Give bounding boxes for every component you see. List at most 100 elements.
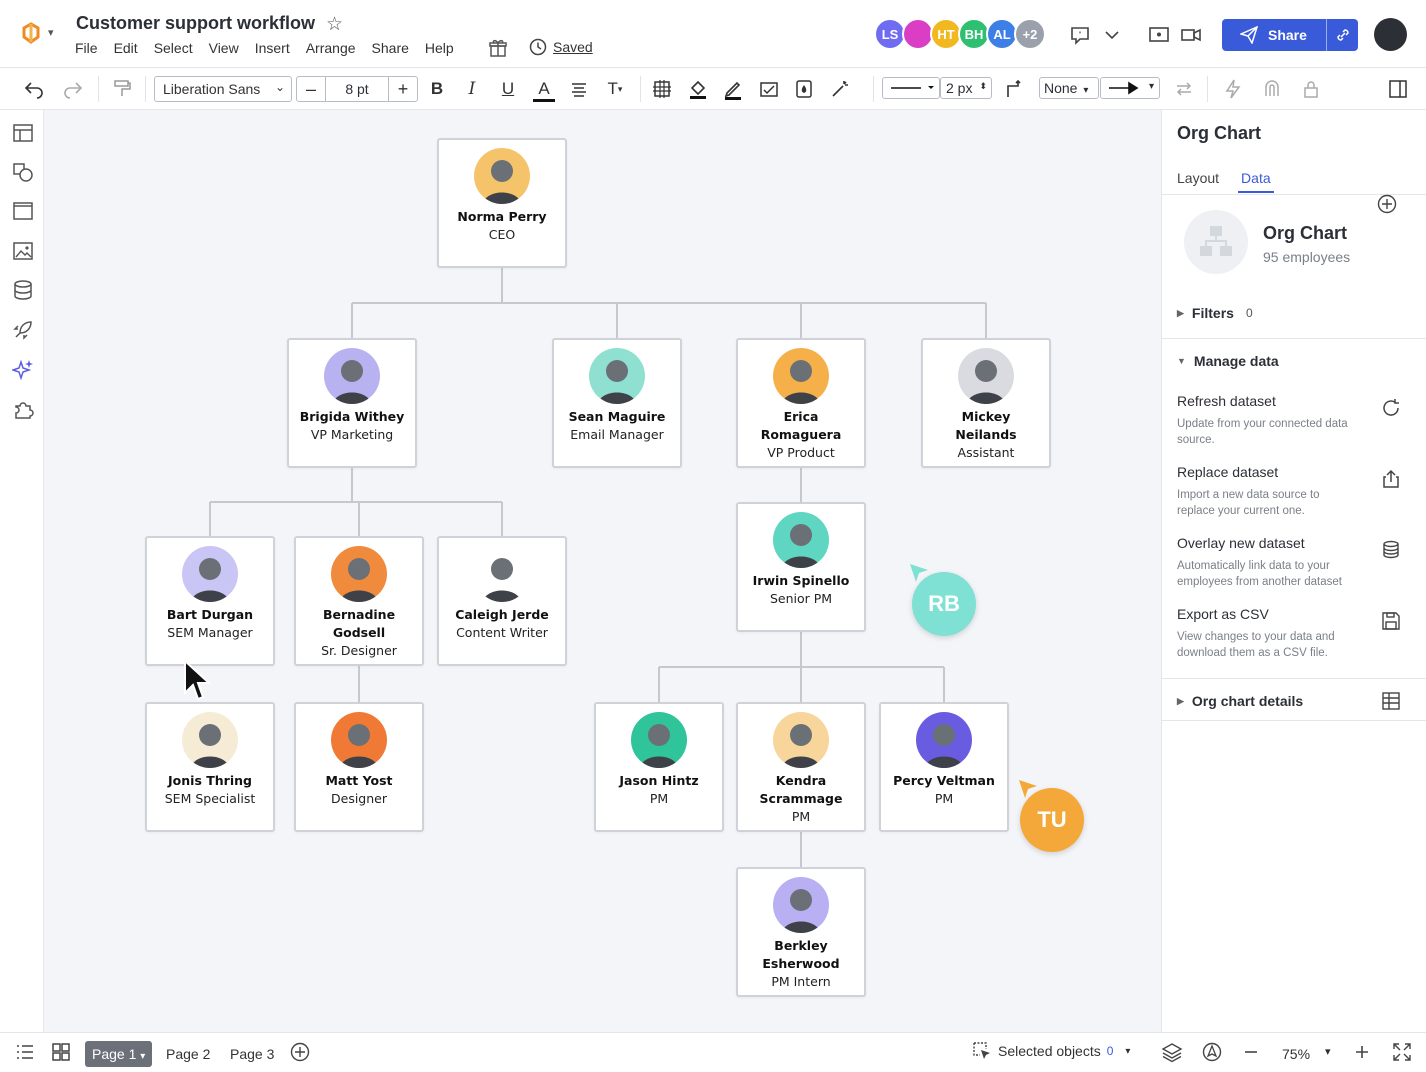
org-card-percy[interactable]: Percy Veltman PM: [879, 702, 1009, 832]
zoom-level[interactable]: 75%: [1282, 1041, 1310, 1067]
image-icon[interactable]: [12, 240, 34, 262]
shapes-icon[interactable]: [12, 161, 34, 183]
menu-edit[interactable]: Edit: [114, 40, 138, 56]
tab-page-2[interactable]: Page 2: [159, 1041, 217, 1067]
share-button[interactable]: Share: [1222, 19, 1358, 51]
org-card-matt[interactable]: Matt Yost Designer: [294, 702, 424, 832]
refresh-icon[interactable]: [1380, 397, 1402, 419]
tab-data[interactable]: Data: [1238, 170, 1274, 193]
org-card-jason[interactable]: Jason Hintz PM: [594, 702, 724, 832]
org-card-erica[interactable]: Erica Romaguera VP Product: [736, 338, 866, 468]
chevron-down-icon[interactable]: ▾: [1325, 1045, 1331, 1058]
diagram-canvas[interactable]: Norma Perry CEO Brigida Withey VP Marketing…: [44, 110, 1161, 1032]
align-icon[interactable]: [568, 78, 590, 100]
bold-button[interactable]: B: [426, 78, 448, 100]
lock-icon[interactable]: [1300, 78, 1322, 100]
ai-sparkle-icon[interactable]: [12, 358, 34, 380]
org-card-sean[interactable]: Sean Maguire Email Manager: [552, 338, 682, 468]
text-color-button[interactable]: A: [533, 78, 555, 102]
org-card-bernadine[interactable]: Bernadine Godsell Sr. Designer: [294, 536, 424, 666]
menu-select[interactable]: Select: [154, 40, 193, 56]
magnet-icon[interactable]: [1261, 78, 1283, 100]
opacity-icon[interactable]: [793, 78, 815, 100]
text-options-button[interactable]: T ▾: [604, 78, 626, 100]
layers-icon[interactable]: [1161, 1041, 1183, 1063]
org-card-brigida[interactable]: Brigida Withey VP Marketing: [287, 338, 417, 468]
org-card-norma[interactable]: Norma Perry CEO: [437, 138, 567, 268]
table-grid-icon[interactable]: [651, 78, 673, 100]
menu-file[interactable]: File: [75, 40, 98, 56]
menu-help[interactable]: Help: [425, 40, 454, 56]
gift-icon[interactable]: [488, 38, 508, 58]
org-chart-details-toggle[interactable]: ▶ Org chart details: [1177, 693, 1303, 709]
line-start-select[interactable]: None ▾: [1039, 77, 1099, 99]
selected-objects-indicator[interactable]: Selected objects 0 ▾: [972, 1041, 1130, 1061]
saved-status[interactable]: Saved: [529, 38, 593, 56]
video-icon[interactable]: [1180, 24, 1202, 46]
panel-toggle-icon[interactable]: [1387, 78, 1409, 100]
effects-icon[interactable]: [829, 78, 851, 100]
decrease-size-button[interactable]: –: [297, 79, 325, 100]
org-card-mickey[interactable]: Mickey Neilands Assistant: [921, 338, 1051, 468]
export-csv-title[interactable]: Export as CSV: [1177, 606, 1269, 622]
user-avatar[interactable]: [1374, 18, 1407, 51]
zoom-in-icon[interactable]: [1351, 1041, 1373, 1063]
navigate-icon[interactable]: [1201, 1041, 1223, 1063]
undo-icon[interactable]: [23, 78, 45, 100]
org-card-bart[interactable]: Bart Durgan SEM Manager: [145, 536, 275, 666]
font-size-stepper[interactable]: – 8 pt +: [296, 76, 418, 102]
integrations-icon[interactable]: [12, 398, 34, 420]
share-main-button[interactable]: Share: [1222, 19, 1326, 51]
grid-view-icon[interactable]: [50, 1041, 72, 1063]
add-page-icon[interactable]: [289, 1041, 311, 1063]
tab-layout[interactable]: Layout: [1177, 170, 1219, 186]
chevron-down-icon[interactable]: ▾: [48, 26, 54, 39]
upload-icon[interactable]: [1380, 468, 1402, 490]
database-icon[interactable]: [12, 279, 34, 301]
save-icon[interactable]: [1380, 610, 1402, 632]
underline-button[interactable]: U: [497, 78, 519, 100]
frame-icon[interactable]: [12, 200, 34, 222]
collaborator-avatars[interactable]: LS HT BH AL +2: [874, 18, 1046, 50]
italic-button[interactable]: I: [461, 78, 483, 100]
comment-icon[interactable]: ": [1069, 24, 1091, 46]
app-logo-icon[interactable]: [20, 22, 42, 44]
star-icon[interactable]: ☆: [326, 13, 343, 36]
org-card-jonis[interactable]: Jonis Thring SEM Specialist: [145, 702, 275, 832]
copy-link-button[interactable]: [1326, 19, 1358, 51]
tab-page-3[interactable]: Page 3: [223, 1041, 281, 1067]
present-icon[interactable]: [1148, 24, 1170, 46]
line-end-select[interactable]: ▾: [1100, 77, 1160, 99]
org-card-kendra[interactable]: Kendra Scrammage PM: [736, 702, 866, 832]
refresh-dataset-title[interactable]: Refresh dataset: [1177, 393, 1276, 409]
org-card-caleigh[interactable]: Caleigh Jerde Content Writer: [437, 536, 567, 666]
overlay-dataset-title[interactable]: Overlay new dataset: [1177, 535, 1305, 551]
rocket-icon[interactable]: [12, 319, 34, 341]
menu-share[interactable]: Share: [372, 40, 409, 56]
add-filter-icon[interactable]: [1376, 193, 1398, 215]
zoom-out-icon[interactable]: [1240, 1041, 1262, 1063]
menu-arrange[interactable]: Arrange: [306, 40, 356, 56]
menu-insert[interactable]: Insert: [255, 40, 290, 56]
tab-page-1[interactable]: Page 1 ▾: [85, 1041, 153, 1067]
document-title[interactable]: Customer support workflow: [76, 13, 315, 34]
fill-color-icon[interactable]: [687, 78, 709, 100]
lightning-icon[interactable]: [1222, 78, 1244, 100]
connector-style-icon[interactable]: [1003, 78, 1025, 100]
fullscreen-icon[interactable]: [1391, 1041, 1413, 1063]
replace-dataset-title[interactable]: Replace dataset: [1177, 464, 1278, 480]
org-card-irwin[interactable]: Irwin Spinello Senior PM: [736, 502, 866, 632]
font-family-select[interactable]: Liberation Sans ⌄: [154, 76, 292, 102]
format-painter-icon[interactable]: [111, 78, 133, 100]
redo-icon[interactable]: [62, 78, 84, 100]
line-width-select[interactable]: 2 px ⬍: [940, 77, 992, 99]
swap-icon[interactable]: [1173, 78, 1195, 100]
style-icon[interactable]: [758, 78, 780, 100]
filters-section-toggle[interactable]: ▶ Filters 0: [1177, 305, 1253, 321]
line-style-select[interactable]: [882, 77, 940, 99]
line-color-icon[interactable]: [722, 78, 744, 100]
org-card-berkley[interactable]: Berkley Esherwood PM Intern: [736, 867, 866, 997]
database-icon[interactable]: [1380, 539, 1402, 561]
templates-icon[interactable]: [12, 122, 34, 144]
list-view-icon[interactable]: [14, 1041, 36, 1063]
